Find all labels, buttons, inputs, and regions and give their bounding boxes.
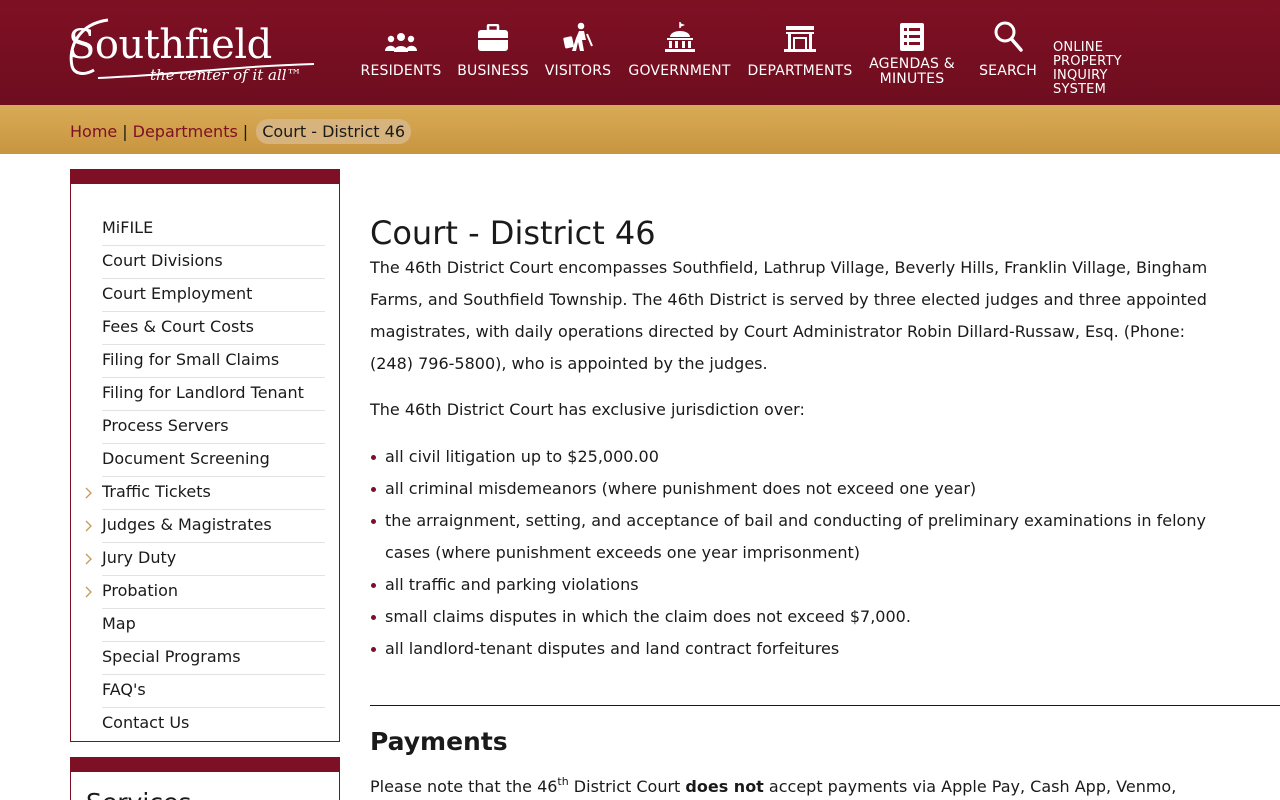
nav-business-label: BUSINESS bbox=[457, 63, 529, 79]
nav-search-label: SEARCH bbox=[979, 63, 1037, 79]
logo-tagline: the center of it all™ bbox=[150, 66, 302, 84]
jurisdiction-list: all civil litigation up to $25,000.00 all… bbox=[370, 441, 1220, 665]
sidebar-item[interactable]: Fees & Court Costs bbox=[102, 312, 325, 345]
sidebar-item[interactable]: Traffic Tickets bbox=[85, 477, 325, 510]
nav-visitors[interactable]: VISITORS bbox=[544, 18, 612, 90]
jurisdiction-list-item: small claims disputes in which the claim… bbox=[370, 601, 1220, 633]
payments-text-prefix: Please note that the 46 bbox=[370, 777, 558, 796]
document-list-icon bbox=[899, 18, 925, 52]
nav-agendas-label-line1: AGENDAS & bbox=[869, 56, 955, 72]
nav-government[interactable]: GOVERNMENT bbox=[628, 18, 731, 90]
sidebar-item-label: Probation bbox=[102, 581, 178, 600]
payments-paragraph: Please note that the 46th District Court… bbox=[370, 773, 1176, 800]
people-icon bbox=[385, 18, 417, 52]
breadcrumb-home-link[interactable]: Home bbox=[70, 122, 117, 141]
sidebar-item[interactable]: Jury Duty bbox=[85, 543, 325, 576]
nav-agendas-label: AGENDAS & MINUTES bbox=[869, 57, 955, 87]
traveler-icon bbox=[562, 18, 594, 52]
jurisdiction-intro: The 46th District Court has exclusive ju… bbox=[370, 400, 805, 419]
chevron-right-icon[interactable] bbox=[85, 586, 93, 598]
breadcrumb: Home | Departments | Court - District 46 bbox=[70, 119, 411, 144]
sidebar-nav: MiFILE Court Divisions Court Employment Fee… bbox=[70, 169, 340, 742]
online-link-line1: ONLINE PROPERTY bbox=[1053, 40, 1122, 69]
sidebar-item-label: Contact Us bbox=[102, 713, 190, 732]
jurisdiction-list-item: all criminal misdemeanors (where punishm… bbox=[370, 473, 1220, 505]
sidebar-item-label: Court Divisions bbox=[102, 251, 223, 270]
sidebar-item-label: Traffic Tickets bbox=[102, 482, 211, 501]
nav-residents-label: RESIDENTS bbox=[360, 63, 442, 79]
sidebar-item[interactable]: Contact Us bbox=[102, 708, 325, 741]
nav-visitors-label: VISITORS bbox=[544, 63, 612, 79]
nav-residents[interactable]: RESIDENTS bbox=[360, 18, 442, 90]
sidebar-item[interactable]: Process Servers bbox=[102, 411, 325, 444]
services-title: Services bbox=[86, 788, 191, 800]
breadcrumb-current: Court - District 46 bbox=[256, 119, 411, 144]
sidebar-item[interactable]: Map bbox=[102, 609, 325, 642]
nav-business[interactable]: BUSINESS bbox=[456, 18, 530, 90]
sidebar-item[interactable]: FAQ's bbox=[102, 675, 325, 708]
building-icon bbox=[784, 18, 816, 52]
payments-text-suffix: accept payments via Apple Pay, Cash App,… bbox=[763, 777, 1177, 796]
jurisdiction-list-item: all traffic and parking violations bbox=[370, 569, 1220, 601]
sidebar-item[interactable]: Court Employment bbox=[102, 279, 325, 312]
sidebar-item-label: Map bbox=[102, 614, 136, 633]
intro-paragraph: The 46th District Court encompasses Sout… bbox=[370, 258, 1208, 373]
jurisdiction-list-item: all landlord-tenant disputes and land co… bbox=[370, 633, 1220, 665]
sidebar-item-label: Court Employment bbox=[102, 284, 253, 303]
sidebar-item[interactable]: Filing for Landlord Tenant bbox=[102, 378, 325, 411]
sidebar-item-label: Process Servers bbox=[102, 416, 229, 435]
breadcrumb-separator: | bbox=[122, 122, 128, 141]
sidebar-item-label: Judges & Magistrates bbox=[102, 515, 272, 534]
sidebar-item[interactable]: Judges & Magistrates bbox=[85, 510, 325, 543]
nav-agendas-label-line2: MINUTES bbox=[879, 71, 945, 87]
services-box: Services bbox=[70, 757, 340, 800]
payments-text-bold: does not bbox=[685, 777, 764, 796]
sidebar-item-label: Jury Duty bbox=[102, 548, 177, 567]
chevron-right-icon[interactable] bbox=[85, 520, 93, 532]
sidebar-item-label: FAQ's bbox=[102, 680, 146, 699]
chevron-right-icon[interactable] bbox=[85, 487, 93, 499]
payments-heading: Payments bbox=[370, 727, 508, 756]
nav-government-label: GOVERNMENT bbox=[628, 63, 731, 79]
nav-departments[interactable]: DEPARTMENTS bbox=[747, 18, 853, 90]
jurisdiction-list-item: the arraignment, setting, and acceptance… bbox=[370, 505, 1220, 569]
nav-agendas-minutes[interactable]: AGENDAS & MINUTES bbox=[867, 18, 957, 90]
nav-departments-label: DEPARTMENTS bbox=[747, 63, 853, 79]
site-header: Southfield the center of it all™ RESIDEN… bbox=[0, 0, 1280, 105]
chevron-right-icon[interactable] bbox=[85, 553, 93, 565]
capitol-building-icon bbox=[664, 18, 696, 52]
sidebar-item-label: Filing for Small Claims bbox=[102, 350, 280, 369]
online-link-line2: INQUIRY SYSTEM bbox=[1053, 68, 1108, 97]
sidebar-item-label: Fees & Court Costs bbox=[102, 317, 254, 336]
sidebar-list: MiFILE Court Divisions Court Employment Fee… bbox=[85, 213, 325, 741]
sidebar-item[interactable]: Probation bbox=[85, 576, 325, 609]
logo-wordmark: Southfield bbox=[68, 22, 272, 68]
sidebar-item-label: Filing for Landlord Tenant bbox=[102, 383, 304, 402]
breadcrumb-bar: Home | Departments | Court - District 46 bbox=[0, 105, 1280, 154]
sidebar-item[interactable]: Special Programs bbox=[102, 642, 325, 675]
breadcrumb-separator: | bbox=[242, 122, 249, 141]
sidebar-item[interactable]: Document Screening bbox=[102, 444, 325, 477]
briefcase-icon bbox=[477, 18, 509, 52]
sidebar-item-label: MiFILE bbox=[102, 218, 154, 237]
sidebar-item[interactable]: MiFILE bbox=[102, 213, 325, 246]
sidebar-item-label: Special Programs bbox=[102, 647, 241, 666]
southfield-logo[interactable]: Southfield the center of it all™ bbox=[68, 14, 318, 90]
sidebar-item[interactable]: Filing for Small Claims bbox=[102, 345, 325, 378]
payments-text-mid: District Court bbox=[568, 777, 686, 796]
section-divider bbox=[370, 705, 1280, 706]
page-title: Court - District 46 bbox=[370, 214, 656, 252]
breadcrumb-departments-link[interactable]: Departments bbox=[133, 122, 238, 141]
jurisdiction-list-item: all civil litigation up to $25,000.00 bbox=[370, 441, 1220, 473]
payments-text-sup: th bbox=[557, 775, 569, 788]
search-icon bbox=[993, 18, 1023, 52]
online-property-inquiry-link[interactable]: ONLINE PROPERTY INQUIRY SYSTEM bbox=[1053, 41, 1122, 97]
sidebar-item-label: Document Screening bbox=[102, 449, 270, 468]
nav-search[interactable]: SEARCH bbox=[978, 18, 1038, 90]
sidebar-item[interactable]: Court Divisions bbox=[102, 246, 325, 279]
